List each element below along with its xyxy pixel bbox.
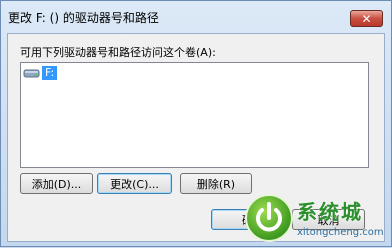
watermark-url: xitongcheng.com (297, 227, 384, 238)
title-bar[interactable]: 更改 F: () 的驱动器号和路径 ✕ (1, 1, 391, 31)
dialog-title: 更改 F: () 的驱动器号和路径 (8, 11, 159, 25)
change-drive-letter-dialog: 更改 F: () 的驱动器号和路径 ✕ 可用下列驱动器号和路径访问这个卷(A):… (0, 0, 392, 247)
drive-paths-listbox[interactable]: F: (20, 62, 369, 168)
power-logo-icon (245, 194, 293, 242)
add-button[interactable]: 添加(D)... (20, 173, 93, 194)
watermark-brand: 系统城 (297, 200, 363, 224)
remove-button[interactable]: 删除(R) (180, 173, 252, 194)
site-watermark: 系统城 xitongcheng.com (245, 194, 392, 248)
list-item[interactable]: F: (23, 65, 58, 81)
close-button[interactable]: ✕ (350, 10, 383, 27)
drive-icon (23, 69, 40, 78)
paths-description-label: 可用下列驱动器号和路径访问这个卷(A): (20, 46, 216, 59)
drive-letter-label: F: (42, 66, 58, 80)
change-button[interactable]: 更改(C)... (97, 173, 172, 194)
close-icon: ✕ (361, 11, 372, 26)
